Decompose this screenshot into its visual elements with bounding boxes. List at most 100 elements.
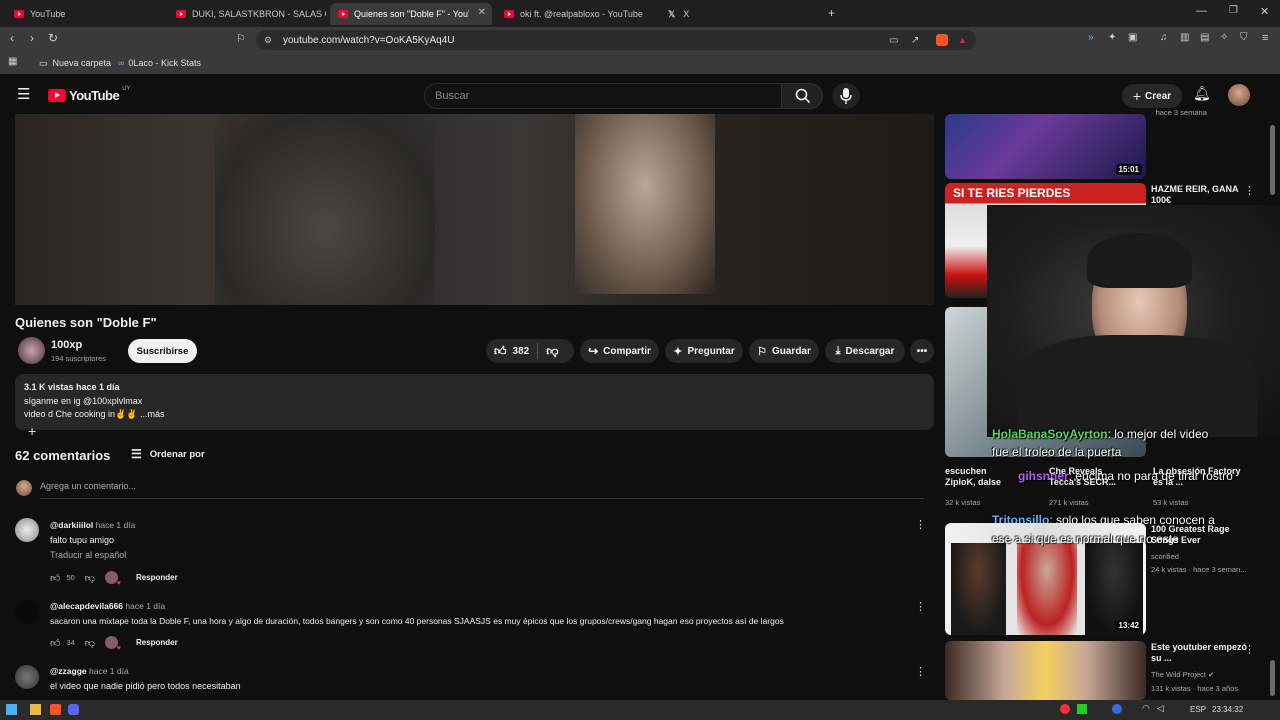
ask-button[interactable]: ✦ Preguntar bbox=[665, 339, 743, 363]
sort-button[interactable]: ☰ Ordenar por bbox=[131, 447, 205, 461]
comment-avatar[interactable] bbox=[15, 518, 39, 542]
tab-x[interactable]: 𝕏X bbox=[660, 3, 820, 25]
divider bbox=[537, 343, 539, 359]
kick-stats-icon: ∞ bbox=[118, 58, 125, 68]
related-video-title[interactable]: Che Reveals Tecca's SECR... bbox=[1049, 466, 1129, 488]
voice-search-button[interactable] bbox=[832, 83, 860, 109]
brave-taskbar-icon[interactable] bbox=[50, 704, 61, 715]
clock[interactable]: 23:34:32 bbox=[1212, 705, 1243, 714]
like-button[interactable]: 👍︎ 382 bbox=[494, 344, 529, 359]
minimize-icon[interactable]: — bbox=[1196, 5, 1207, 17]
bookmark-kick-stats[interactable]: ∞ 0Laco - Kick Stats bbox=[118, 58, 201, 68]
video-duration: 15:01 bbox=[1115, 164, 1142, 175]
bookmark-folder[interactable]: ▭ Nueva carpeta bbox=[39, 58, 111, 69]
reply-button[interactable]: Responder bbox=[136, 638, 178, 647]
youtube-logo[interactable]: YouTube UY bbox=[48, 86, 131, 103]
related-video-thumbnail[interactable] bbox=[945, 641, 1146, 700]
related-video-title[interactable]: 100 Greatest Rage Songs Ever bbox=[1151, 524, 1251, 546]
comment-menu-icon[interactable]: ⋮ bbox=[915, 518, 926, 531]
bookmark-icon[interactable]: ⚐ bbox=[236, 32, 246, 45]
related-video-views: 53 k vistas bbox=[1153, 498, 1189, 507]
search-button[interactable] bbox=[781, 83, 823, 109]
account-avatar[interactable] bbox=[1228, 84, 1250, 106]
share-button[interactable]: ↪ Compartir bbox=[580, 339, 659, 363]
back-icon[interactable]: ‹ bbox=[10, 31, 14, 45]
screenshot-icon[interactable]: ▣ bbox=[1128, 32, 1137, 43]
discord-taskbar-icon[interactable] bbox=[68, 704, 79, 715]
restore-icon[interactable]: ❐ bbox=[1229, 5, 1238, 16]
video-player[interactable] bbox=[15, 114, 934, 305]
forward-icon[interactable]: › bbox=[30, 31, 34, 45]
comment-menu-icon[interactable]: ⋮ bbox=[915, 665, 926, 678]
channel-avatar[interactable] bbox=[18, 337, 45, 364]
comment-author[interactable]: @zzagge hace 1 día bbox=[50, 666, 129, 676]
brave-shield-icon[interactable] bbox=[936, 34, 948, 46]
video-menu-icon[interactable]: ⋮ bbox=[1244, 184, 1255, 197]
save-button[interactable]: ⚐ Guardar bbox=[749, 339, 819, 363]
download-button[interactable]: ⤓ Descargar bbox=[825, 339, 905, 363]
wallet-icon[interactable]: ▤ bbox=[1200, 32, 1209, 43]
tab-youtube[interactable]: YouTube bbox=[6, 3, 166, 25]
create-button[interactable]: + Crear bbox=[1122, 84, 1182, 108]
search-input[interactable]: Buscar bbox=[424, 83, 782, 109]
dislike-button[interactable]: 👎︎ bbox=[546, 344, 558, 359]
tab-quienes-son[interactable]: Quienes son "Doble F" - YouTube✕ bbox=[330, 3, 492, 25]
comment-like-icon[interactable]: 👍︎ bbox=[50, 572, 60, 584]
tray-icon[interactable] bbox=[1112, 704, 1122, 714]
close-tab-icon[interactable]: ✕ bbox=[478, 7, 486, 18]
comment-avatar[interactable] bbox=[15, 600, 39, 624]
comment-dislike-icon[interactable]: 👎︎ bbox=[85, 637, 95, 649]
reload-icon[interactable]: ↻ bbox=[48, 31, 58, 45]
comment-author[interactable]: @alecapdevila666 hace 1 día bbox=[50, 601, 165, 611]
comment-menu-icon[interactable]: ⋮ bbox=[915, 600, 926, 613]
language-indicator[interactable]: ESP bbox=[1190, 705, 1206, 714]
description-box[interactable]: 3.1 K vistas hace 1 día síganme en ig @1… bbox=[15, 374, 934, 430]
apps-grid-icon[interactable]: ▦ bbox=[8, 56, 17, 67]
translate-link[interactable]: Traducir al español bbox=[50, 550, 126, 560]
creator-heart-badge: ♥ bbox=[104, 571, 121, 587]
close-window-icon[interactable]: ✕ bbox=[1260, 5, 1269, 18]
start-icon[interactable] bbox=[6, 704, 17, 715]
extensions-icon[interactable]: ✦ bbox=[1108, 32, 1116, 43]
subscribe-button[interactable]: Suscribirse bbox=[128, 339, 197, 363]
share-icon[interactable]: ↗ bbox=[911, 35, 919, 46]
leo-icon[interactable]: ✧ bbox=[1220, 32, 1228, 43]
scrollbar-thumb[interactable] bbox=[1270, 125, 1275, 195]
rewards-icon[interactable]: ▲ bbox=[958, 35, 967, 45]
youtube-favicon-icon bbox=[14, 10, 24, 18]
new-tab-icon[interactable]: + bbox=[828, 6, 835, 20]
tray-icon[interactable] bbox=[1077, 704, 1087, 714]
add-comment-input[interactable]: Agrega un comentario... bbox=[40, 481, 924, 499]
hamburger-menu-icon[interactable]: ☰ bbox=[17, 85, 30, 103]
wifi-icon[interactable]: ◠ bbox=[1142, 703, 1150, 714]
volume-icon[interactable]: ◁ bbox=[1157, 703, 1164, 714]
channel-name[interactable]: 100xp bbox=[51, 339, 82, 351]
comment-author[interactable]: @darkiiilol hace 1 día bbox=[50, 520, 135, 530]
site-info-icon[interactable]: ⚙ bbox=[264, 35, 272, 46]
related-video-title[interactable]: escuchen ZiploK, dalse bbox=[945, 466, 1005, 488]
comment-dislike-icon[interactable]: 👎︎ bbox=[85, 572, 95, 584]
notifications-bell-icon[interactable]: 🔔︎ bbox=[1193, 85, 1211, 102]
related-video-title[interactable]: La obsesión Factory es la ... bbox=[1153, 466, 1243, 488]
tab-oki[interactable]: oki ft. @realpabloxo - YouTube bbox=[496, 3, 656, 25]
vpn-icon[interactable]: ⛉ bbox=[1240, 32, 1248, 43]
url-field[interactable]: ⚙ youtube.com/watch?v=OoKA5KyAq4U ▭ ↗ ▲ bbox=[256, 30, 976, 50]
scrollbar-thumb[interactable] bbox=[1270, 660, 1275, 696]
related-video-title[interactable]: Este youtuber empezó su ... bbox=[1151, 642, 1251, 664]
related-video-title[interactable]: HAZME REIR, GANA 100€ bbox=[1151, 184, 1251, 206]
related-video-thumbnail[interactable]: 15:01 bbox=[945, 114, 1146, 179]
sidebar-toggle-icon[interactable]: ▥ bbox=[1180, 32, 1189, 43]
video-menu-icon[interactable]: ⋮ bbox=[1244, 643, 1255, 656]
speedreader-icon[interactable]: » bbox=[1088, 32, 1094, 43]
comment-like-icon[interactable]: 👍︎ bbox=[50, 637, 60, 649]
cast-icon[interactable]: ▭ bbox=[889, 35, 898, 46]
menu-icon[interactable]: ≡ bbox=[1262, 32, 1268, 44]
share-arrow-icon: ↪ bbox=[588, 344, 599, 358]
media-icon[interactable]: ♫ bbox=[1160, 32, 1168, 43]
reply-button[interactable]: Responder bbox=[136, 573, 178, 582]
more-actions-button[interactable]: ••• bbox=[910, 339, 934, 363]
tray-icon[interactable] bbox=[1060, 704, 1070, 714]
comment-avatar[interactable] bbox=[15, 665, 39, 689]
file-explorer-icon[interactable] bbox=[30, 704, 41, 715]
tab-duki[interactable]: DUKI, SALASTKBRON - SALAS CON E bbox=[168, 3, 326, 25]
